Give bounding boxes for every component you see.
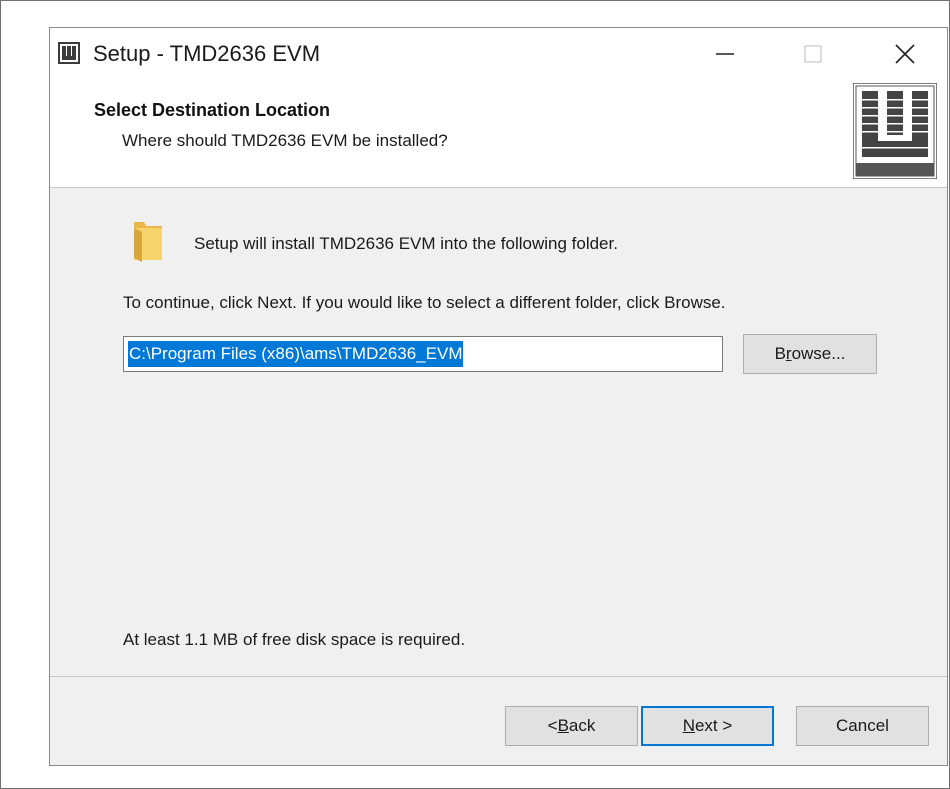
footer-divider: [50, 676, 947, 677]
minimize-icon: [716, 53, 734, 55]
destination-path-value: C:\Program Files (x86)\ams\TMD2636_EVM: [128, 341, 464, 367]
browse-label-post: owse...: [791, 344, 846, 363]
page-title: Select Destination Location: [94, 100, 331, 120]
disk-space-requirement: At least 1.1 MB of free disk space is re…: [123, 630, 466, 649]
title-bar[interactable]: Setup - TMD2636 EVM: [50, 28, 947, 80]
continue-instructions: To continue, click Next. If you would li…: [123, 293, 726, 312]
destination-path-input[interactable]: C:\Program Files (x86)\ams\TMD2636_EVM: [123, 336, 723, 372]
next-button[interactable]: Next >: [641, 706, 774, 746]
maximize-button[interactable]: [782, 28, 844, 80]
install-description: Setup will install TMD2636 EVM into the …: [194, 234, 618, 253]
maximize-icon: [804, 45, 822, 63]
back-label-post: ack: [568, 716, 596, 735]
wizard-body: Setup will install TMD2636 EVM into the …: [50, 188, 947, 676]
back-label-pre: <: [547, 716, 558, 735]
window-title: Setup - TMD2636 EVM: [93, 41, 321, 66]
close-button[interactable]: [874, 28, 936, 80]
close-icon: [895, 44, 915, 64]
app-logo-icon: [58, 42, 80, 64]
browse-label-pre: B: [774, 344, 786, 363]
setup-window: Setup - TMD2636 EVM Select Destination L…: [49, 27, 948, 766]
next-label-post: ext >: [694, 716, 733, 735]
next-label-accel: N: [682, 716, 695, 735]
browse-button[interactable]: Br owse...: [743, 334, 877, 374]
folder-icon: [134, 222, 162, 262]
back-button[interactable]: < Back: [505, 706, 638, 746]
page-subtitle: Where should TMD2636 EVM be installed?: [122, 131, 448, 150]
minimize-button[interactable]: [694, 28, 756, 80]
cancel-label: Cancel: [836, 716, 889, 735]
screenshot-frame: Setup - TMD2636 EVM Select Destination L…: [0, 0, 950, 789]
ams-logo-icon: [853, 83, 937, 179]
cancel-button[interactable]: Cancel: [796, 706, 929, 746]
wizard-header: Select Destination Location Where should…: [50, 80, 947, 188]
back-label-accel: B: [557, 716, 569, 735]
